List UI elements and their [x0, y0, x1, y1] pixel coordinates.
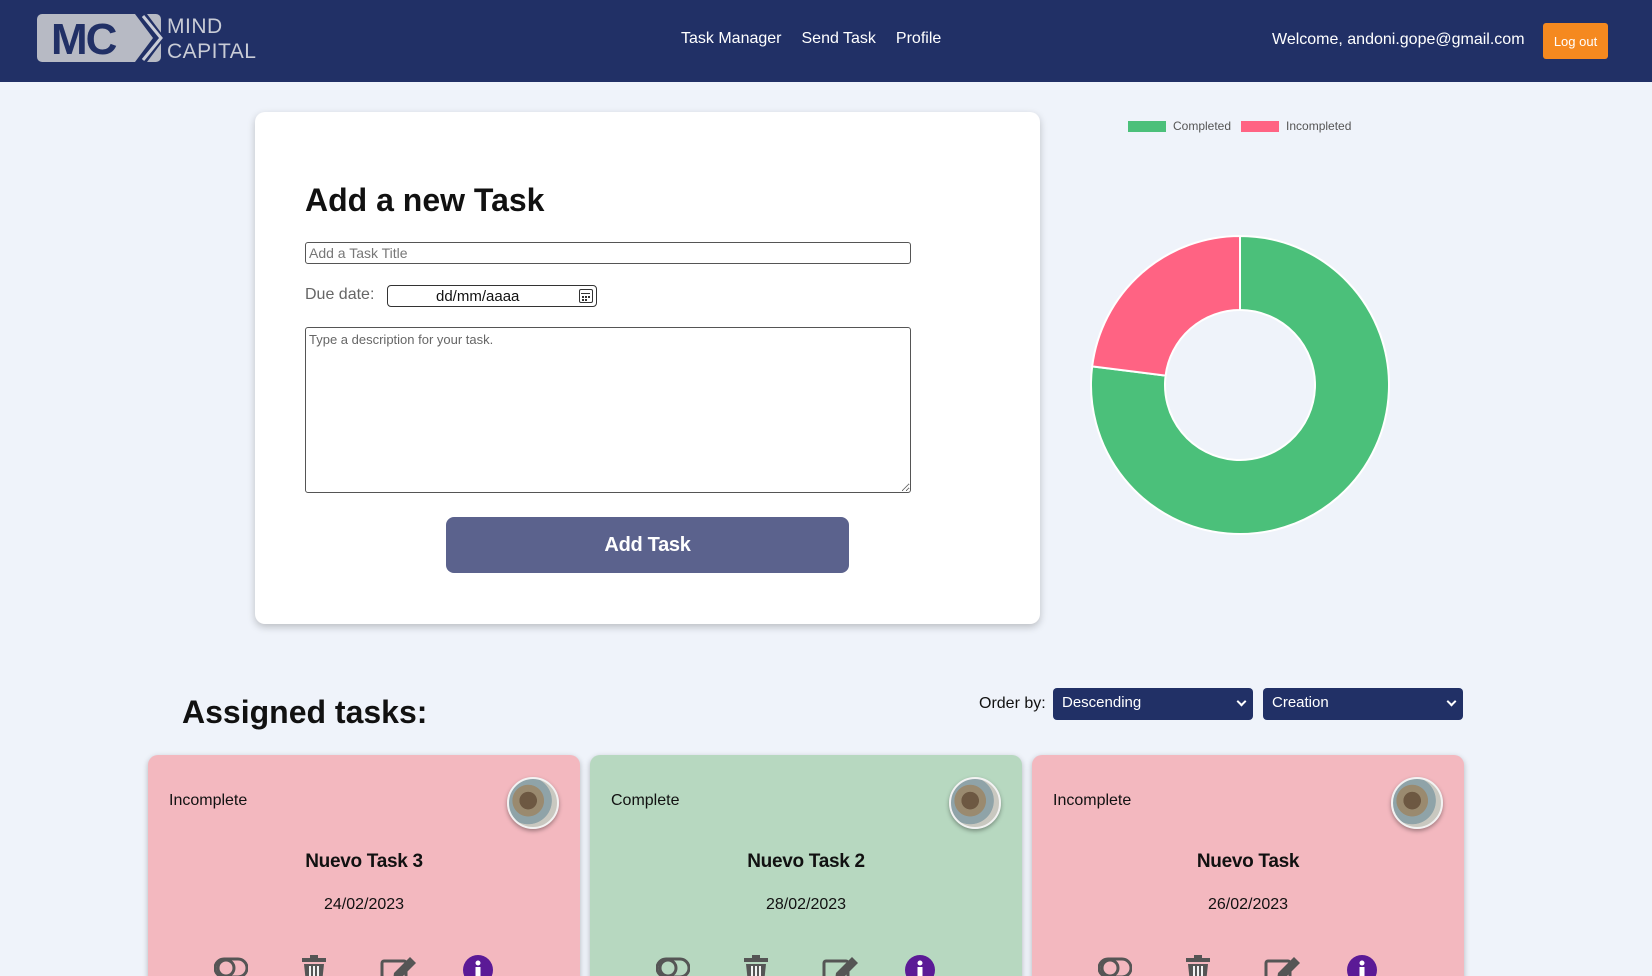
task-description-textarea[interactable]	[305, 327, 911, 493]
toggle-icon[interactable]	[213, 955, 249, 976]
add-task-card: Add a new Task Due date: dd/mm/aaaa Add …	[255, 112, 1040, 624]
task-completion-chart: Completed Incompleted	[1060, 108, 1420, 538]
order-direction-value: Descending	[1062, 694, 1142, 711]
doughnut-chart	[1090, 234, 1390, 535]
chevron-down-icon	[1446, 696, 1457, 707]
due-date-value: dd/mm/aaaa	[436, 288, 520, 305]
task-card[interactable]: Incomplete Nuevo Task 26/02/2023	[1032, 755, 1464, 976]
task-status: Complete	[611, 792, 680, 809]
add-task-button[interactable]: Add Task	[446, 517, 849, 573]
order-field-value: Creation	[1272, 694, 1329, 711]
info-icon[interactable]	[1347, 955, 1377, 976]
top-navbar: MC MIND CAPITAL Task Manager Send Task P…	[0, 0, 1652, 82]
main-nav: Task Manager Send Task Profile	[681, 30, 941, 48]
order-by-label: Order by:	[979, 695, 1046, 712]
logo-chevron-icon	[135, 14, 165, 62]
avatar	[949, 777, 1001, 829]
task-status: Incomplete	[1053, 792, 1132, 809]
avatar	[507, 777, 559, 829]
mind-capital-logo[interactable]: MC MIND CAPITAL	[37, 14, 259, 64]
task-actions	[590, 955, 1022, 976]
due-date-input[interactable]: dd/mm/aaaa	[387, 285, 597, 307]
task-name: Nuevo Task 3	[305, 851, 423, 872]
calendar-icon[interactable]	[579, 289, 593, 303]
trash-icon[interactable]	[742, 955, 770, 976]
info-icon[interactable]	[463, 955, 493, 976]
trash-icon[interactable]	[300, 955, 328, 976]
task-name: Nuevo Task 2	[747, 851, 865, 872]
logout-button[interactable]: Log out	[1543, 23, 1608, 59]
due-date-label: Due date:	[305, 286, 375, 303]
welcome-text: Welcome, andoni.gope@gmail.com	[1272, 31, 1525, 48]
assigned-tasks-heading: Assigned tasks:	[182, 694, 428, 730]
edit-icon[interactable]	[380, 955, 418, 976]
task-status: Incomplete	[169, 792, 248, 809]
task-actions	[148, 955, 580, 976]
info-icon[interactable]	[905, 955, 935, 976]
add-task-heading: Add a new Task	[305, 182, 545, 218]
nav-profile[interactable]: Profile	[896, 30, 941, 48]
task-actions	[1032, 955, 1464, 976]
toggle-icon[interactable]	[655, 955, 691, 976]
task-date: 28/02/2023	[765, 896, 847, 913]
task-name: Nuevo Task	[1196, 851, 1300, 872]
logo-word-capital: CAPITAL	[167, 40, 257, 63]
nav-task-manager[interactable]: Task Manager	[681, 30, 782, 48]
toggle-icon[interactable]	[1097, 955, 1133, 976]
order-direction-select[interactable]: Descending	[1053, 688, 1253, 720]
edit-icon[interactable]	[822, 955, 860, 976]
donut-slice-incompleted[interactable]	[1091, 234, 1241, 377]
task-title-input[interactable]	[305, 242, 911, 264]
chevron-down-icon	[1236, 696, 1247, 707]
logo-word-mind: MIND	[167, 15, 223, 38]
task-date: 24/02/2023	[323, 896, 405, 913]
avatar	[1391, 777, 1443, 829]
nav-send-task[interactable]: Send Task	[802, 30, 876, 48]
edit-icon[interactable]	[1264, 955, 1302, 976]
task-date: 26/02/2023	[1207, 896, 1289, 913]
task-card[interactable]: Complete Nuevo Task 2 28/02/2023	[590, 755, 1022, 976]
logo-badge-text: MC	[51, 15, 117, 64]
trash-icon[interactable]	[1184, 955, 1212, 976]
order-field-select[interactable]: Creation	[1263, 688, 1463, 720]
task-card[interactable]: Incomplete Nuevo Task 3 24/02/2023	[148, 755, 580, 976]
